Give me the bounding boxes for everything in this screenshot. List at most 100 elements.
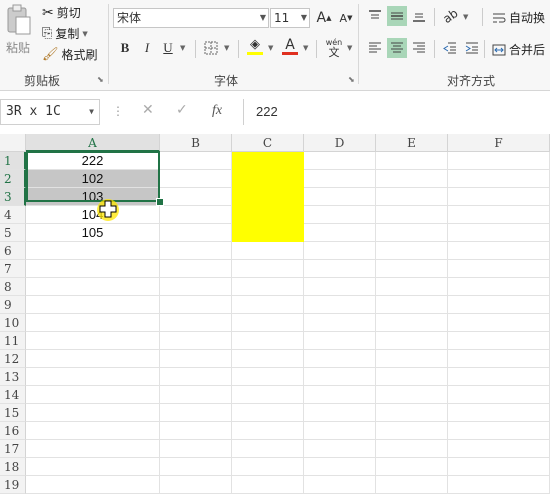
row-header-12[interactable]: 12 bbox=[0, 350, 26, 368]
cell-f19[interactable] bbox=[448, 476, 550, 494]
cell-f1[interactable] bbox=[448, 152, 550, 170]
cell-f7[interactable] bbox=[448, 260, 550, 278]
cell-c14[interactable] bbox=[232, 386, 304, 404]
cell-d7[interactable] bbox=[304, 260, 376, 278]
cell-f16[interactable] bbox=[448, 422, 550, 440]
cell-a4[interactable]: 104 bbox=[26, 206, 160, 224]
chevron-down-icon[interactable]: ▼ bbox=[224, 44, 229, 52]
cell-a7[interactable] bbox=[26, 260, 160, 278]
cell-f2[interactable] bbox=[448, 170, 550, 188]
more-options-icon[interactable]: ⋮ bbox=[112, 104, 124, 118]
align-middle-button[interactable] bbox=[387, 6, 407, 26]
cell-b15[interactable] bbox=[160, 404, 232, 422]
cell-f4[interactable] bbox=[448, 206, 550, 224]
bold-button[interactable]: B bbox=[115, 38, 135, 58]
cell-c7[interactable] bbox=[232, 260, 304, 278]
cell-e19[interactable] bbox=[376, 476, 448, 494]
cell-c16[interactable] bbox=[232, 422, 304, 440]
cell-a6[interactable] bbox=[26, 242, 160, 260]
cell-d15[interactable] bbox=[304, 404, 376, 422]
cell-d8[interactable] bbox=[304, 278, 376, 296]
cell-c5[interactable] bbox=[232, 224, 304, 242]
cell-a5[interactable]: 105 bbox=[26, 224, 160, 242]
orientation-button[interactable]: ab bbox=[440, 6, 460, 26]
cell-a18[interactable] bbox=[26, 458, 160, 476]
cell-d18[interactable] bbox=[304, 458, 376, 476]
cell-f9[interactable] bbox=[448, 296, 550, 314]
increase-indent-button[interactable] bbox=[462, 38, 482, 58]
font-name-select[interactable]: 宋体 ▼ bbox=[113, 8, 269, 28]
phonetic-guide-button[interactable]: wén 文 bbox=[322, 38, 346, 58]
row-header-5[interactable]: 5 bbox=[0, 224, 26, 242]
row-header-4[interactable]: 4 bbox=[0, 206, 26, 224]
column-header-b[interactable]: B bbox=[160, 134, 232, 152]
cell-e6[interactable] bbox=[376, 242, 448, 260]
cell-e15[interactable] bbox=[376, 404, 448, 422]
cell-d1[interactable] bbox=[304, 152, 376, 170]
cell-c1[interactable] bbox=[232, 152, 304, 170]
fill-color-button[interactable]: ◈ bbox=[245, 36, 265, 56]
cell-e9[interactable] bbox=[376, 296, 448, 314]
cell-c11[interactable] bbox=[232, 332, 304, 350]
cell-d12[interactable] bbox=[304, 350, 376, 368]
cell-d19[interactable] bbox=[304, 476, 376, 494]
decrease-font-button[interactable]: A ▼ bbox=[336, 8, 356, 28]
cell-e7[interactable] bbox=[376, 260, 448, 278]
merge-center-button[interactable]: 合并后 bbox=[492, 41, 545, 58]
cell-f6[interactable] bbox=[448, 242, 550, 260]
cell-b12[interactable] bbox=[160, 350, 232, 368]
row-header-10[interactable]: 10 bbox=[0, 314, 26, 332]
format-painter-button[interactable]: 🖌 格式刷 bbox=[42, 46, 98, 63]
column-header-e[interactable]: E bbox=[376, 134, 448, 152]
cell-e5[interactable] bbox=[376, 224, 448, 242]
cell-d6[interactable] bbox=[304, 242, 376, 260]
select-all-corner[interactable] bbox=[0, 134, 26, 152]
align-bottom-button[interactable] bbox=[409, 6, 429, 26]
enter-icon[interactable]: ✓ bbox=[176, 102, 188, 118]
cell-f14[interactable] bbox=[448, 386, 550, 404]
cell-d11[interactable] bbox=[304, 332, 376, 350]
align-right-button[interactable] bbox=[409, 38, 429, 58]
cell-f8[interactable] bbox=[448, 278, 550, 296]
cell-c6[interactable] bbox=[232, 242, 304, 260]
increase-font-button[interactable]: A ▲ bbox=[314, 8, 334, 28]
borders-button[interactable] bbox=[201, 38, 221, 58]
row-header-11[interactable]: 11 bbox=[0, 332, 26, 350]
cell-e12[interactable] bbox=[376, 350, 448, 368]
cell-b17[interactable] bbox=[160, 440, 232, 458]
cell-d14[interactable] bbox=[304, 386, 376, 404]
cell-d9[interactable] bbox=[304, 296, 376, 314]
cell-f5[interactable] bbox=[448, 224, 550, 242]
decrease-indent-button[interactable] bbox=[440, 38, 460, 58]
cell-a11[interactable] bbox=[26, 332, 160, 350]
chevron-down-icon[interactable]: ▼ bbox=[303, 44, 308, 52]
row-header-2[interactable]: 2 bbox=[0, 170, 26, 188]
cell-b5[interactable] bbox=[160, 224, 232, 242]
chevron-down-icon[interactable]: ▼ bbox=[347, 44, 352, 52]
row-header-8[interactable]: 8 bbox=[0, 278, 26, 296]
cell-d5[interactable] bbox=[304, 224, 376, 242]
cell-c19[interactable] bbox=[232, 476, 304, 494]
cell-f12[interactable] bbox=[448, 350, 550, 368]
cell-d2[interactable] bbox=[304, 170, 376, 188]
row-header-13[interactable]: 13 bbox=[0, 368, 26, 386]
cell-e18[interactable] bbox=[376, 458, 448, 476]
cell-e13[interactable] bbox=[376, 368, 448, 386]
cell-c10[interactable] bbox=[232, 314, 304, 332]
wrap-text-button[interactable]: 自动换 bbox=[492, 9, 545, 26]
cell-e10[interactable] bbox=[376, 314, 448, 332]
cell-b3[interactable] bbox=[160, 188, 232, 206]
cell-b8[interactable] bbox=[160, 278, 232, 296]
cell-e8[interactable] bbox=[376, 278, 448, 296]
insert-function-button[interactable]: fx bbox=[212, 103, 222, 119]
cell-a13[interactable] bbox=[26, 368, 160, 386]
cell-a15[interactable] bbox=[26, 404, 160, 422]
column-header-d[interactable]: D bbox=[304, 134, 376, 152]
cell-b2[interactable] bbox=[160, 170, 232, 188]
cell-c4[interactable] bbox=[232, 206, 304, 224]
cell-c9[interactable] bbox=[232, 296, 304, 314]
cell-b1[interactable] bbox=[160, 152, 232, 170]
chevron-down-icon[interactable]: ▼ bbox=[268, 44, 273, 52]
cell-a8[interactable] bbox=[26, 278, 160, 296]
cell-e14[interactable] bbox=[376, 386, 448, 404]
